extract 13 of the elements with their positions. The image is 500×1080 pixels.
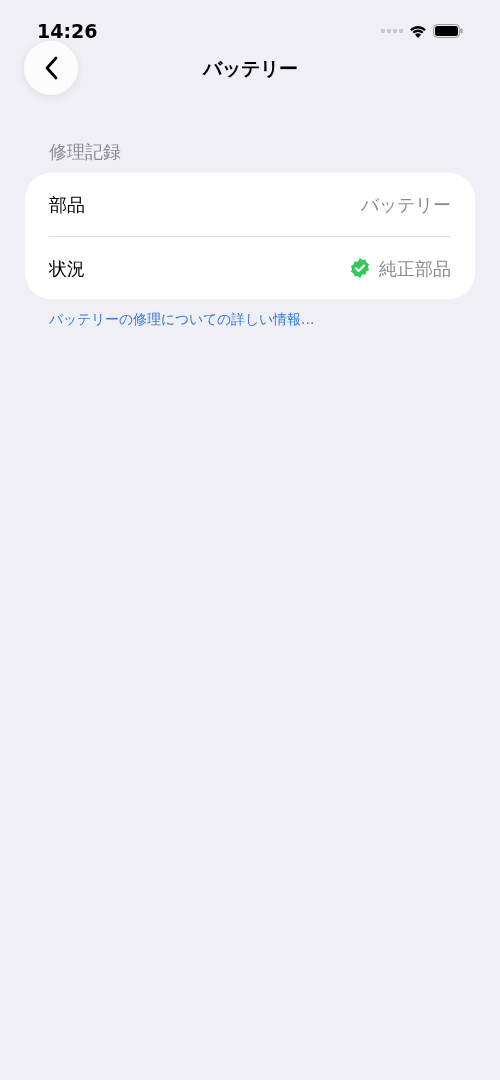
- battery-icon: [433, 24, 463, 38]
- signal-icon: [381, 29, 403, 33]
- back-chevron-icon: [44, 56, 58, 80]
- verified-check-icon: [349, 257, 371, 279]
- page-title: バッテリー: [202, 55, 298, 81]
- section-header: 修理記録: [48, 140, 122, 164]
- row-value: バッテリー: [361, 193, 451, 217]
- row-label: 状況: [49, 256, 85, 281]
- row-label: 部品: [49, 193, 85, 217]
- status-time: 14:26: [37, 18, 98, 44]
- row-value: 純正部品: [379, 256, 451, 281]
- info-link[interactable]: バッテリーの修理についての詳しい情報...: [25, 309, 475, 330]
- wifi-icon: [409, 24, 427, 38]
